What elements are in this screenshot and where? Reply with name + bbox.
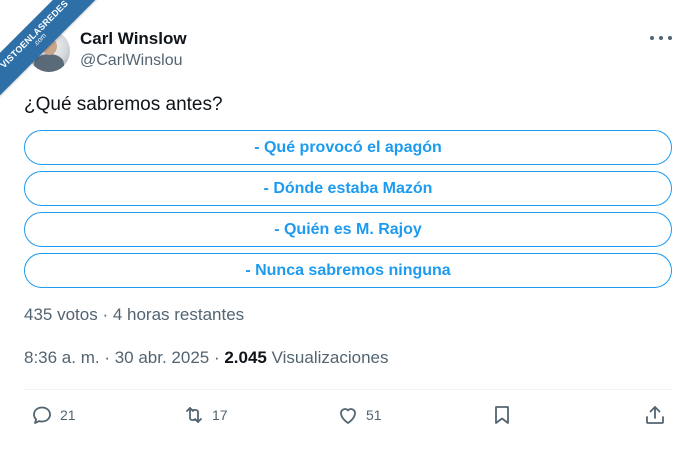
- repost-count: 17: [212, 407, 228, 423]
- poll-option-3[interactable]: - Quién es M. Rajoy: [24, 212, 672, 247]
- author-name[interactable]: Carl Winslow: [80, 29, 187, 49]
- reply-icon: [30, 403, 54, 427]
- repost-icon: [182, 403, 206, 427]
- poll-status: 435 votos · 4 horas restantes: [24, 305, 245, 324]
- heart-icon: [336, 403, 360, 427]
- bookmark-button[interactable]: [490, 402, 514, 428]
- bookmark-icon: [490, 403, 514, 427]
- share-icon: [643, 403, 667, 427]
- share-button[interactable]: [643, 402, 667, 428]
- post-timestamp: 8:36 a. m. · 30 abr. 2025 · 2.045 Visual…: [24, 348, 389, 368]
- timestamp-text[interactable]: 8:36 a. m. · 30 abr. 2025 ·: [24, 348, 224, 367]
- views-count: 2.045: [224, 348, 267, 367]
- more-options-icon[interactable]: [650, 28, 672, 48]
- reply-button[interactable]: 21: [30, 402, 76, 428]
- post-card: VISTOENLASREDES .com Carl Winslow @CarlW…: [0, 0, 700, 449]
- poll-option-1[interactable]: - Qué provocó el apagón: [24, 130, 672, 165]
- poll-option-2[interactable]: - Dónde estaba Mazón: [24, 171, 672, 206]
- reply-count: 21: [60, 407, 76, 423]
- views-label: Visualizaciones: [271, 348, 389, 367]
- poll-option-4[interactable]: - Nunca sabremos ninguna: [24, 253, 672, 288]
- like-count: 51: [366, 407, 382, 423]
- like-button[interactable]: 51: [336, 402, 382, 428]
- author-handle[interactable]: @CarlWinslou: [80, 52, 182, 70]
- repost-button[interactable]: 17: [182, 402, 228, 428]
- divider: [24, 389, 672, 390]
- post-text: ¿Qué sabremos antes?: [24, 94, 223, 115]
